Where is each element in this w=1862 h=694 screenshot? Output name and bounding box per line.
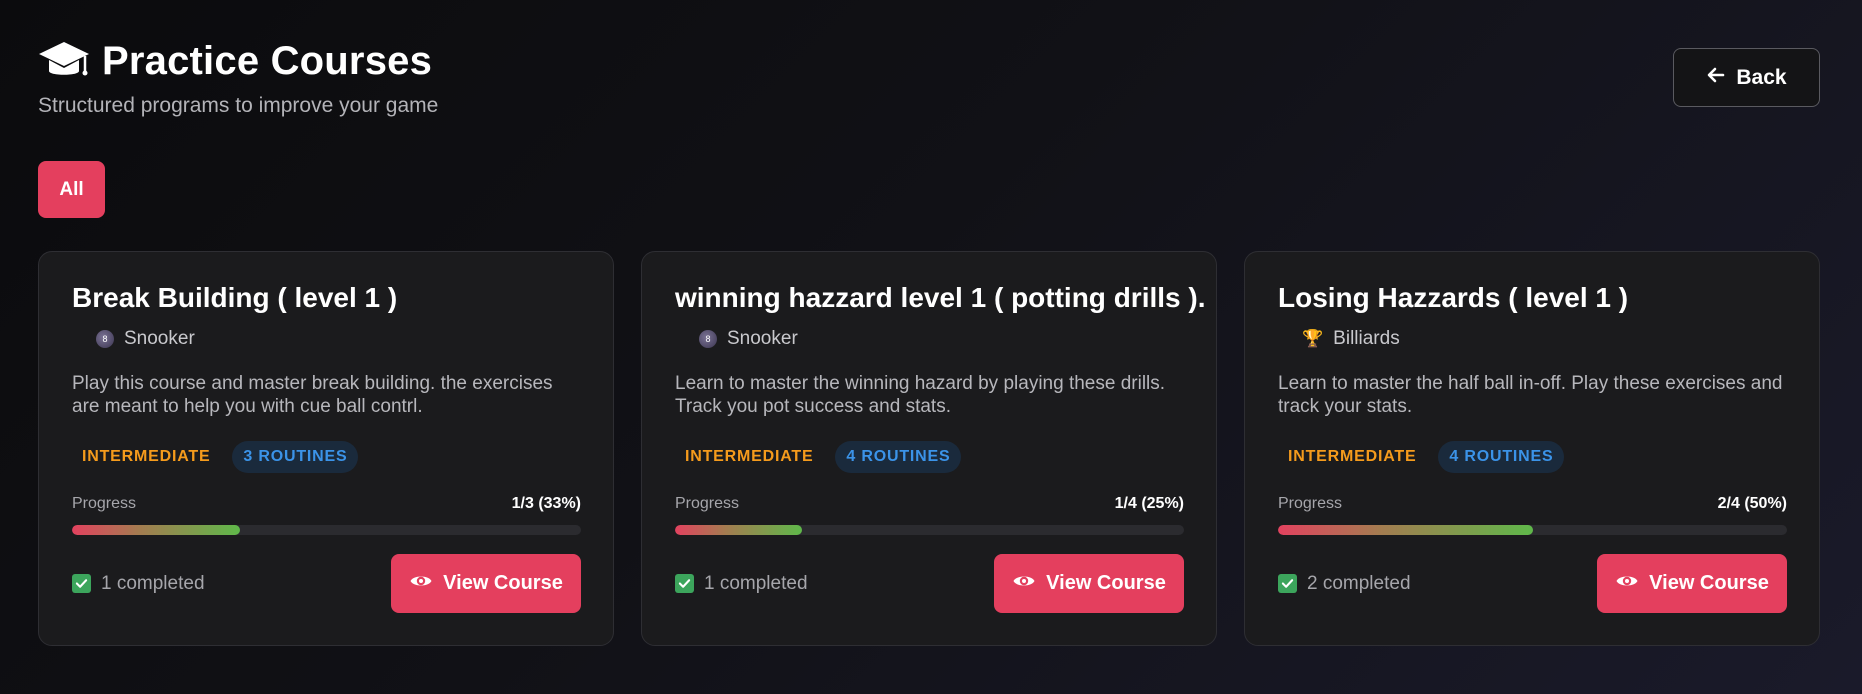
course-tags: INTERMEDIATE 3 ROUTINES: [72, 441, 581, 473]
progress-label: Progress: [675, 495, 740, 512]
view-course-button[interactable]: View Course: [391, 554, 581, 613]
routines-badge: 4 ROUTINES: [835, 441, 962, 473]
course-description: Play this course and master break buildi…: [72, 373, 553, 417]
progress-value: 1/4 (25%): [1114, 495, 1184, 512]
completed-label: 1 completed: [101, 572, 205, 594]
progress-bar: [1278, 525, 1787, 535]
course-tags: INTERMEDIATE 4 ROUTINES: [675, 441, 1184, 473]
completed-label: 1 completed: [704, 572, 808, 594]
eye-icon: [409, 569, 433, 599]
course-card: winning hazzard level 1 ( potting drills…: [641, 251, 1217, 646]
course-title: winning hazzard level 1 ( potting drills…: [675, 282, 1206, 313]
title-row: Practice Courses: [38, 38, 438, 84]
progress-bar: [675, 525, 1184, 535]
view-course-label: View Course: [1649, 572, 1769, 594]
completed-status: 1 completed: [675, 573, 808, 595]
routines-badge: 4 ROUTINES: [1438, 441, 1565, 473]
progress-label: Progress: [1278, 495, 1343, 512]
trophy-icon: 🏆: [1302, 329, 1324, 348]
completed-label: 2 completed: [1307, 572, 1411, 594]
sport-label: Snooker: [124, 328, 195, 349]
progress-label: Progress: [72, 495, 137, 512]
checkbox-checked-icon: [675, 574, 694, 593]
progress-row: Progress 2/4 (50%): [1278, 495, 1787, 513]
level-badge: INTERMEDIATE: [1288, 448, 1417, 465]
page-title: Practice Courses: [102, 38, 433, 83]
progress-value: 1/3 (33%): [511, 495, 581, 512]
eye-icon: [1012, 569, 1036, 599]
progress-bar: [72, 525, 581, 535]
eye-icon: [1615, 569, 1639, 599]
view-course-button[interactable]: View Course: [994, 554, 1184, 613]
progress-bar-fill: [675, 525, 803, 535]
progress-value: 2/4 (50%): [1717, 495, 1787, 512]
view-course-label: View Course: [443, 572, 563, 594]
progress-row: Progress 1/3 (33%): [72, 495, 581, 513]
routines-badge: 3 ROUTINES: [232, 441, 359, 473]
arrow-left-icon: [1706, 65, 1726, 91]
course-description: Learn to master the winning hazard by pl…: [675, 373, 1166, 417]
card-footer: 1 completed View Course: [675, 554, 1184, 613]
course-sport: 8 Snooker: [699, 328, 1184, 350]
course-card: Break Building ( level 1 ) 8 Snooker Pla…: [38, 251, 614, 646]
progress-bar-fill: [72, 525, 240, 535]
progress-row: Progress 1/4 (25%): [675, 495, 1184, 513]
checkbox-checked-icon: [72, 574, 91, 593]
sport-label: Snooker: [727, 328, 798, 349]
view-course-label: View Course: [1046, 572, 1166, 594]
back-button-label: Back: [1736, 65, 1787, 89]
progress-bar-fill: [1278, 525, 1533, 535]
course-description: Learn to master the half ball in-off. Pl…: [1278, 373, 1783, 417]
course-title: Losing Hazzards ( level 1 ): [1278, 282, 1629, 313]
view-course-button[interactable]: View Course: [1597, 554, 1787, 613]
course-card: Losing Hazzards ( level 1 ) 🏆 Billiards …: [1244, 251, 1820, 646]
course-list: Break Building ( level 1 ) 8 Snooker Pla…: [38, 251, 1820, 646]
filter-all-button[interactable]: All: [38, 161, 105, 218]
eight-ball-icon: 8: [96, 330, 114, 348]
checkbox-checked-icon: [1278, 574, 1297, 593]
card-footer: 2 completed View Course: [1278, 554, 1787, 613]
eight-ball-icon: 8: [699, 330, 717, 348]
card-footer: 1 completed View Course: [72, 554, 581, 613]
sport-label: Billiards: [1333, 328, 1400, 349]
back-button[interactable]: Back: [1673, 48, 1820, 107]
course-title: Break Building ( level 1 ): [72, 282, 398, 313]
page-header: Practice Courses Structured programs to …: [38, 38, 438, 118]
graduation-cap-icon: [38, 38, 90, 84]
completed-status: 2 completed: [1278, 573, 1411, 595]
course-sport: 8 Snooker: [96, 328, 581, 350]
page-subtitle: Structured programs to improve your game: [38, 94, 439, 117]
level-badge: INTERMEDIATE: [82, 448, 211, 465]
course-sport: 🏆 Billiards: [1302, 328, 1787, 350]
course-tags: INTERMEDIATE 4 ROUTINES: [1278, 441, 1787, 473]
level-badge: INTERMEDIATE: [685, 448, 814, 465]
completed-status: 1 completed: [72, 573, 205, 595]
